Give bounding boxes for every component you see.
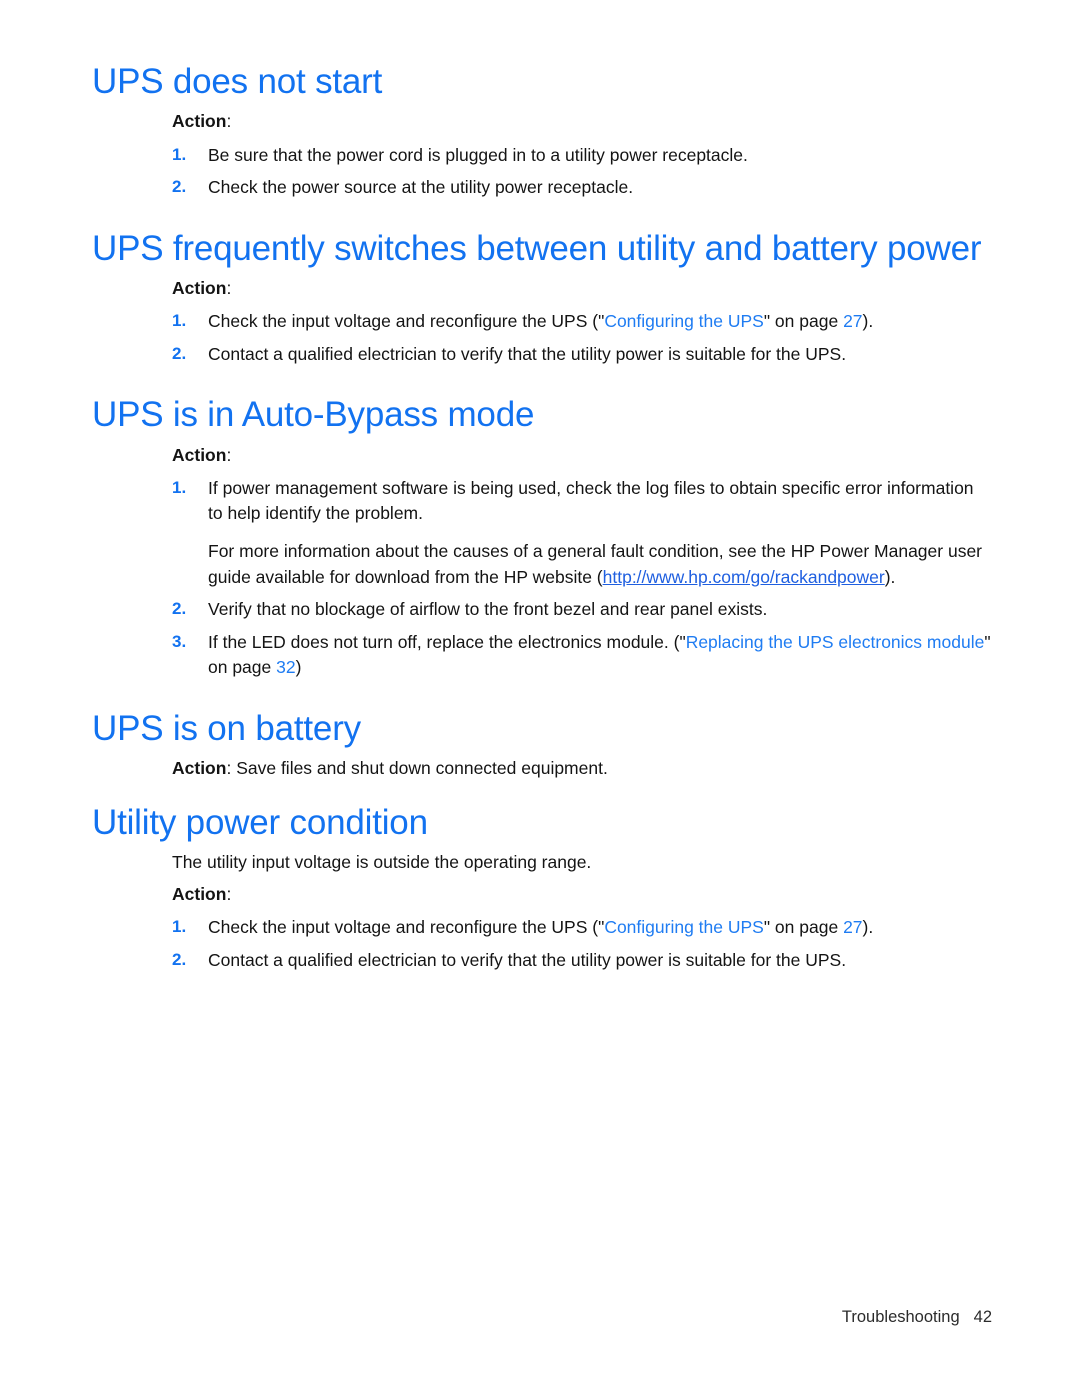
cross-reference-link[interactable]: Configuring the UPS <box>604 311 764 331</box>
section-ups-is-on-battery: UPS is on battery Action: Save files and… <box>92 709 992 782</box>
step-number: 2. <box>172 599 187 619</box>
action-label-text: Action <box>172 111 227 132</box>
list-item: 1. Check the input voltage and reconfigur… <box>172 309 992 335</box>
step-list: 1. If power management software is being … <box>172 476 992 681</box>
section-body: The utility input voltage is outside the… <box>172 850 992 973</box>
cross-reference-link[interactable]: Replacing the UPS electronics module <box>686 632 985 652</box>
list-item: 1. If power management software is being … <box>172 476 992 590</box>
section-body: Action: 1. If power management software i… <box>172 443 992 681</box>
step-text: Contact a qualified electrician to verif… <box>208 949 847 970</box>
step-text-suffix: ) <box>295 657 302 678</box>
step-list: 1. Check the input voltage and reconfigur… <box>172 309 992 367</box>
section-ups-does-not-start: UPS does not start Action: 1. Be sure tha… <box>92 62 992 201</box>
action-label: Action: <box>172 443 992 468</box>
list-item: 2. Verify that no blockage of airflow to … <box>172 597 992 623</box>
section-heading: UPS does not start <box>92 62 383 101</box>
list-item: 2. Check the power source at the utility … <box>172 175 992 201</box>
step-text-middle: " on page <box>763 311 844 332</box>
step-number: 2. <box>172 177 187 197</box>
sub-paragraph-suffix: ). <box>884 566 896 587</box>
section-heading: UPS is in Auto-Bypass mode <box>92 395 535 435</box>
section-intro-paragraph: The utility input voltage is outside the… <box>172 852 592 873</box>
step-sub-paragraph: For more information about the causes of… <box>208 539 992 590</box>
step-text: Verify that no blockage of airflow to th… <box>208 599 768 620</box>
step-text-prefix: Check the input voltage and reconfigure … <box>208 311 605 332</box>
page-footer: Troubleshooting 42 <box>0 1308 992 1327</box>
step-number: 1. <box>172 144 187 164</box>
step-number: 1. <box>172 477 187 497</box>
action-label-colon: : <box>226 111 232 132</box>
action-label-colon: : <box>226 277 232 298</box>
step-number: 2. <box>172 949 187 969</box>
step-text: If power management software is being us… <box>208 477 974 524</box>
list-item: 2. Contact a qualified electrician to ver… <box>172 948 992 974</box>
section-heading: Utility power condition <box>92 803 428 843</box>
page-content: UPS does not start Action: 1. Be sure tha… <box>92 62 992 1001</box>
action-label-text: Action <box>172 444 227 465</box>
step-text: Check the power source at the utility po… <box>208 177 634 198</box>
step-number: 3. <box>172 631 187 651</box>
step-text-suffix: ). <box>862 311 874 332</box>
section-body: Action: 1. Be sure that the power cord is… <box>172 109 992 200</box>
page-reference[interactable]: 32 <box>276 657 295 677</box>
section-heading: UPS frequently switches between utility … <box>92 228 982 268</box>
step-text-middle: " on page <box>763 917 844 938</box>
action-label: Action: <box>172 109 992 134</box>
step-list: 1. Check the input voltage and reconfigur… <box>172 915 992 973</box>
step-number: 1. <box>172 917 187 937</box>
section-heading: UPS is on battery <box>92 708 361 748</box>
step-text: Contact a qualified electrician to verif… <box>208 343 847 364</box>
section-ups-frequently-switches: UPS frequently switches between utility … <box>92 229 992 368</box>
action-label-text: Action <box>172 277 227 298</box>
section-body: Action: Save files and shut down connect… <box>172 756 992 781</box>
action-label-colon: : <box>226 884 232 904</box>
action-inline-statement: Action: Save files and shut down connect… <box>172 756 992 781</box>
section-body: Action: 1. Check the input voltage and re… <box>172 276 992 367</box>
list-item: 3. If the LED does not turn off, replace … <box>172 630 992 681</box>
step-text: Be sure that the power cord is plugged i… <box>208 144 748 165</box>
external-url-link[interactable]: http://www.hp.com/go/rackandpower <box>603 567 885 587</box>
page-reference[interactable]: 27 <box>843 311 862 331</box>
footer-chapter-label: Troubleshooting <box>841 1308 960 1326</box>
list-item: 1. Be sure that the power cord is plugged… <box>172 143 992 169</box>
cross-reference-link[interactable]: Configuring the UPS <box>604 917 764 937</box>
action-label: Action: <box>172 276 992 301</box>
step-number: 2. <box>172 343 187 363</box>
action-inline-text: Save files and shut down connected equip… <box>231 757 608 778</box>
section-ups-auto-bypass-mode: UPS is in Auto-Bypass mode Action: 1. If … <box>92 395 992 680</box>
step-list: 1. Be sure that the power cord is plugged… <box>172 143 992 201</box>
list-item: 1. Check the input voltage and reconfigur… <box>172 915 992 941</box>
step-text-prefix: If the LED does not turn off, replace th… <box>208 631 686 652</box>
section-utility-power-condition: Utility power condition The utility inpu… <box>92 803 992 973</box>
action-label-text: Action <box>172 757 227 778</box>
page-reference[interactable]: 27 <box>843 917 862 937</box>
step-text-suffix: ). <box>862 917 874 938</box>
footer-page-number: 42 <box>973 1308 992 1326</box>
document-page: UPS does not start Action: 1. Be sure tha… <box>0 0 1080 1397</box>
action-label-text: Action <box>172 884 227 904</box>
action-label-colon: : <box>226 444 232 465</box>
list-item: 2. Contact a qualified electrician to ver… <box>172 342 992 368</box>
action-label: Action: <box>172 882 992 907</box>
step-number: 1. <box>172 311 187 331</box>
step-text-prefix: Check the input voltage and reconfigure … <box>208 917 605 938</box>
